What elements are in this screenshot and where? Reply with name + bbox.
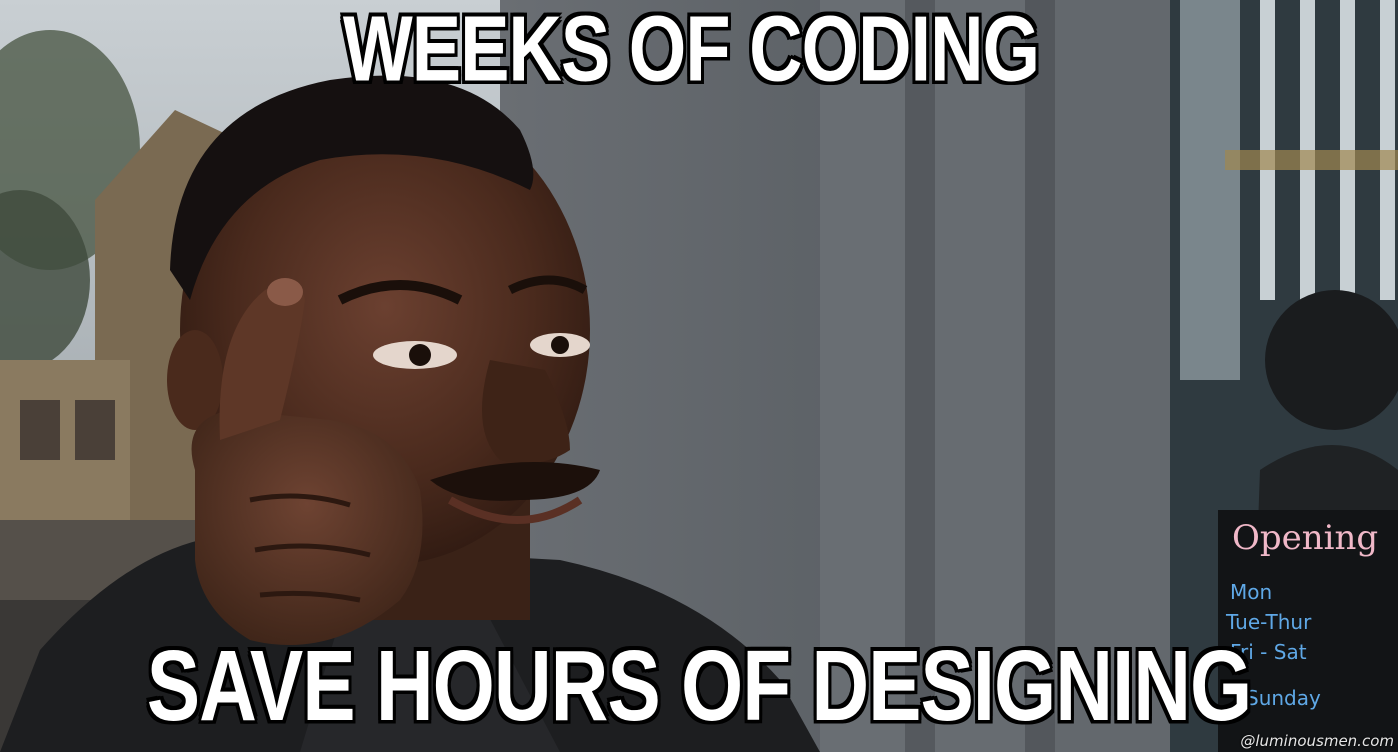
bottom-caption: SAVE HOURS OF DESIGNING bbox=[146, 629, 1253, 741]
sign-title: Opening bbox=[1232, 518, 1379, 558]
top-caption: WEEKS OF CODING bbox=[342, 0, 1040, 101]
meme-image: Opening Mon Tue-Thur Fri - Sat Sunday WE… bbox=[0, 0, 1398, 752]
sign-line-mon: Mon bbox=[1230, 580, 1273, 604]
watermark: @luminousmen.com bbox=[1240, 732, 1394, 750]
